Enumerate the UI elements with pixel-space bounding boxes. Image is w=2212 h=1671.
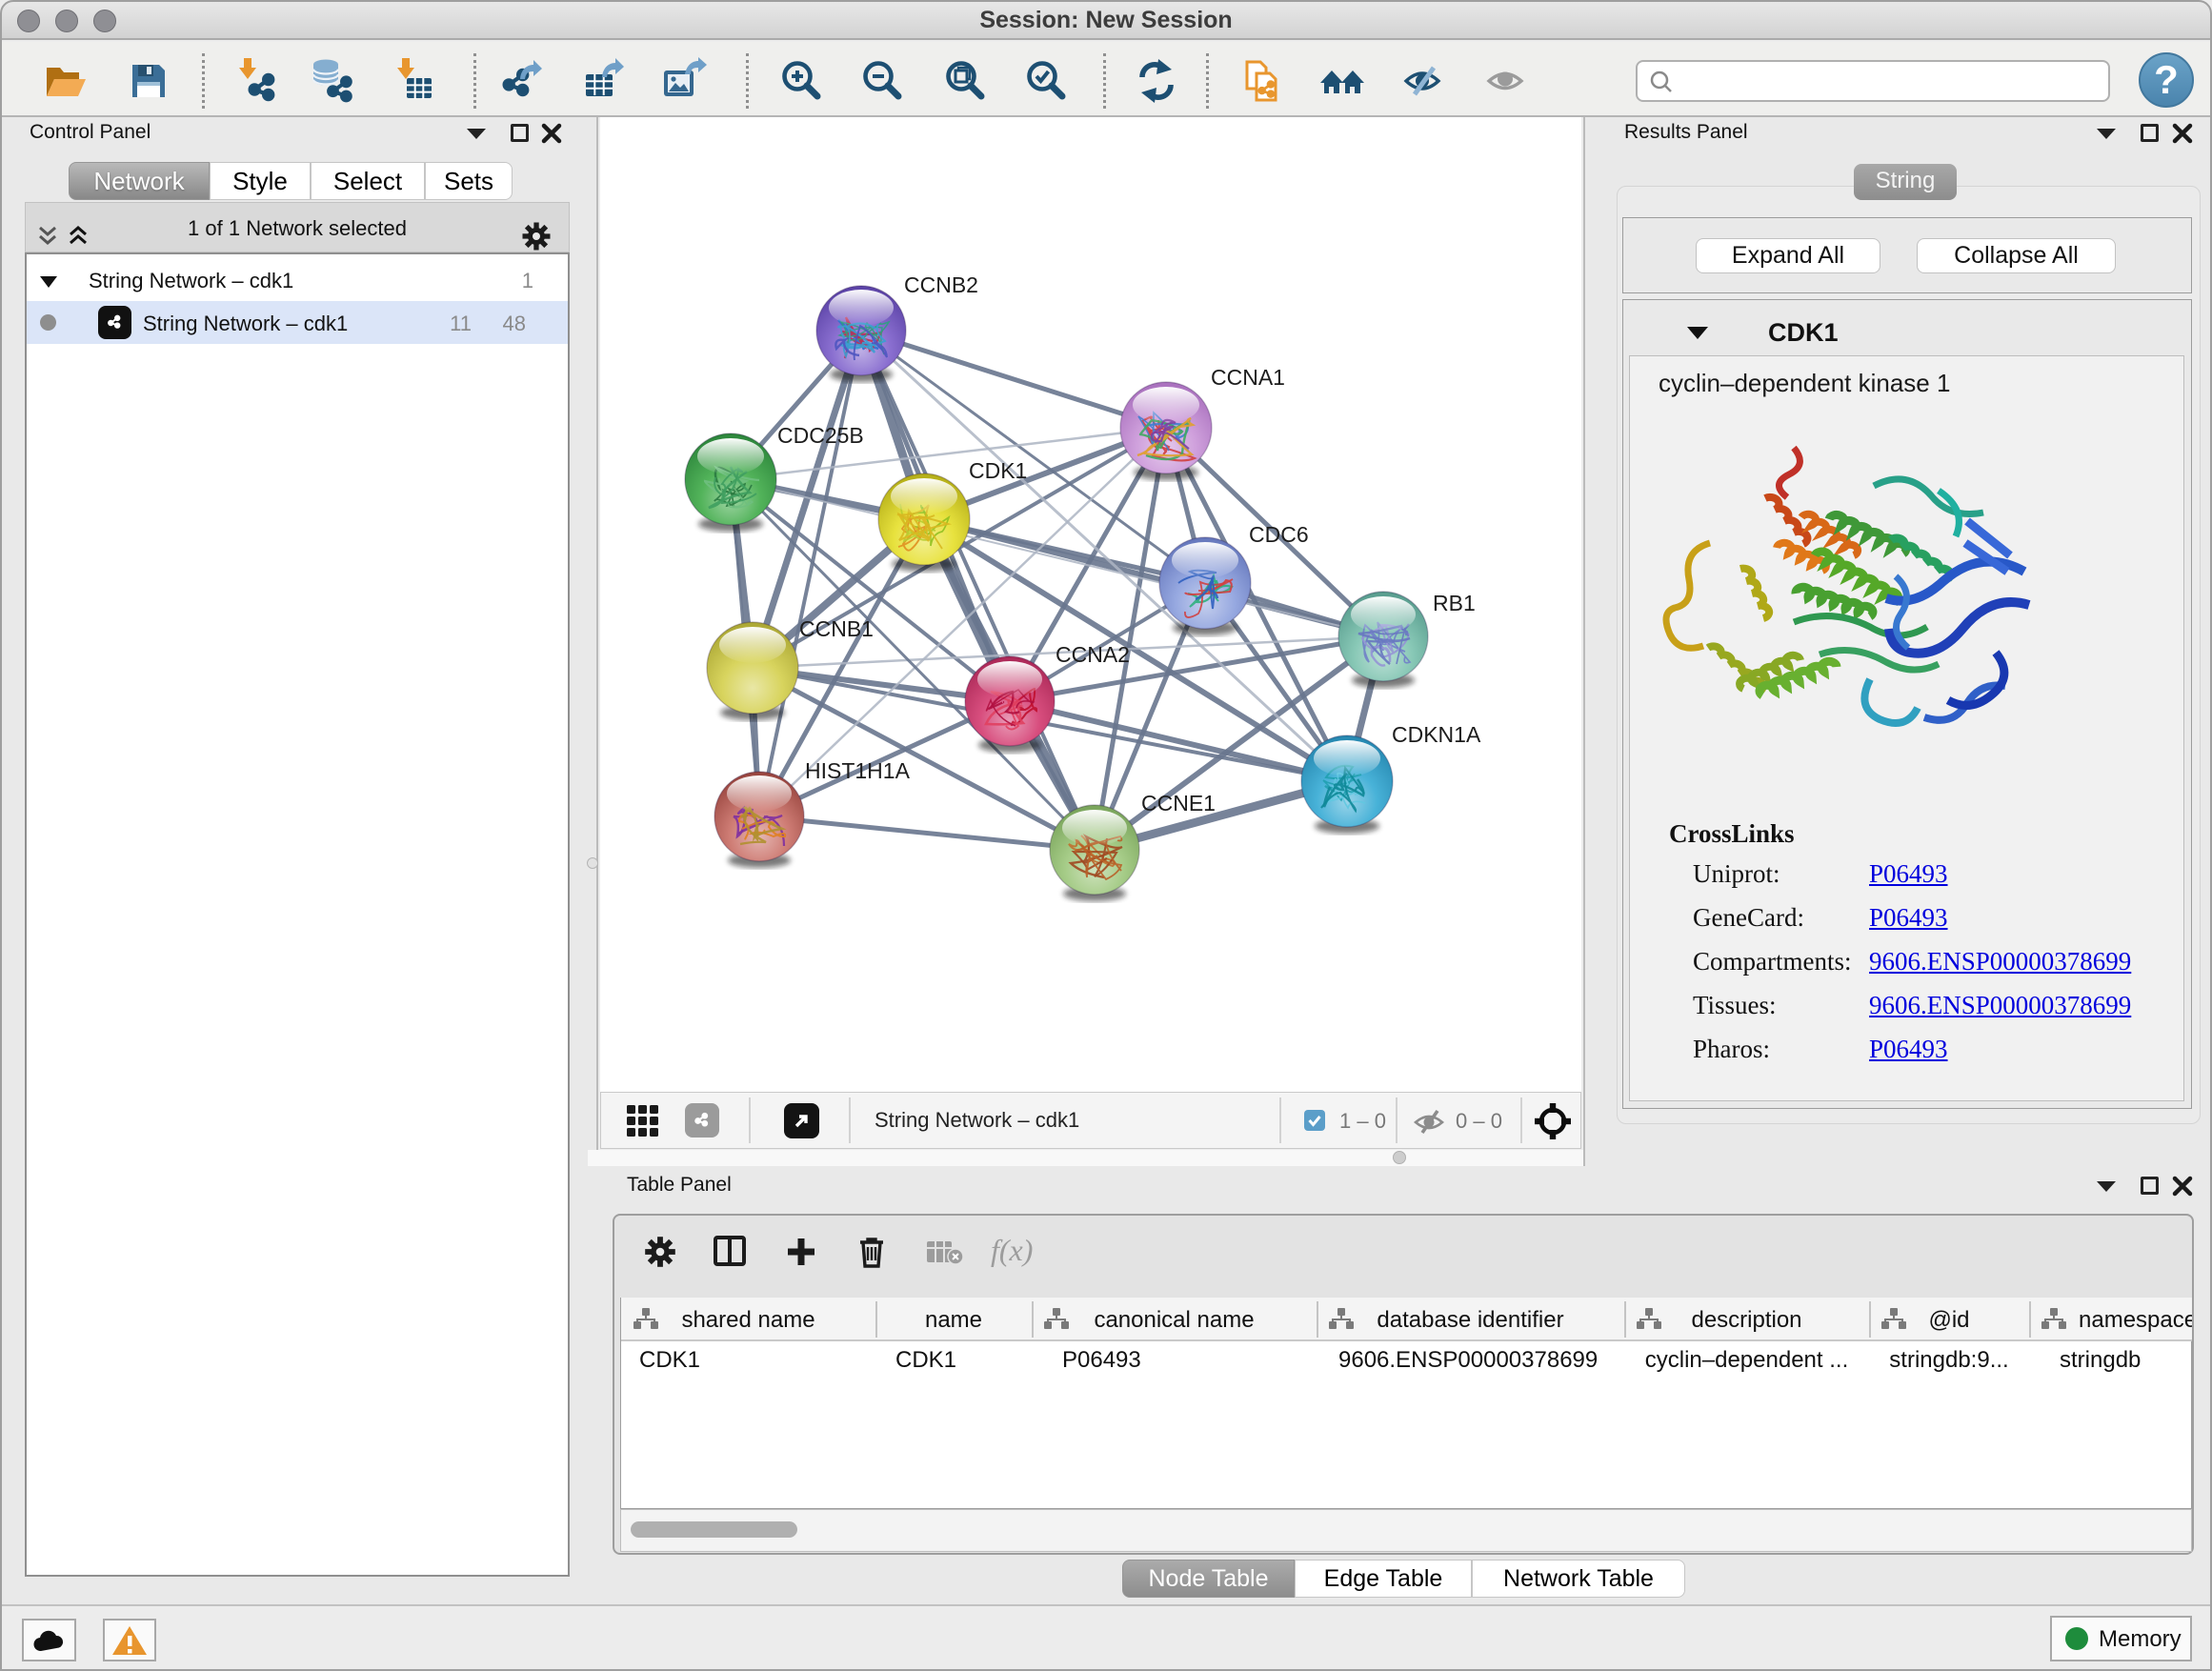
svg-text:HIST1H1A: HIST1H1A [805,758,911,783]
svg-text:CDC25B: CDC25B [777,423,864,448]
svg-text:CDKN1A: CDKN1A [1392,722,1481,747]
svg-text:CCNA2: CCNA2 [1056,642,1130,667]
svg-text:CCNE1: CCNE1 [1141,791,1216,815]
svg-text:CDC6: CDC6 [1249,522,1309,547]
svg-text:CCNB2: CCNB2 [904,272,978,297]
svg-text:CDK1: CDK1 [969,458,1027,483]
svg-text:CCNA1: CCNA1 [1211,365,1285,390]
svg-text:CCNB1: CCNB1 [799,616,874,641]
svg-text:RB1: RB1 [1433,591,1476,615]
